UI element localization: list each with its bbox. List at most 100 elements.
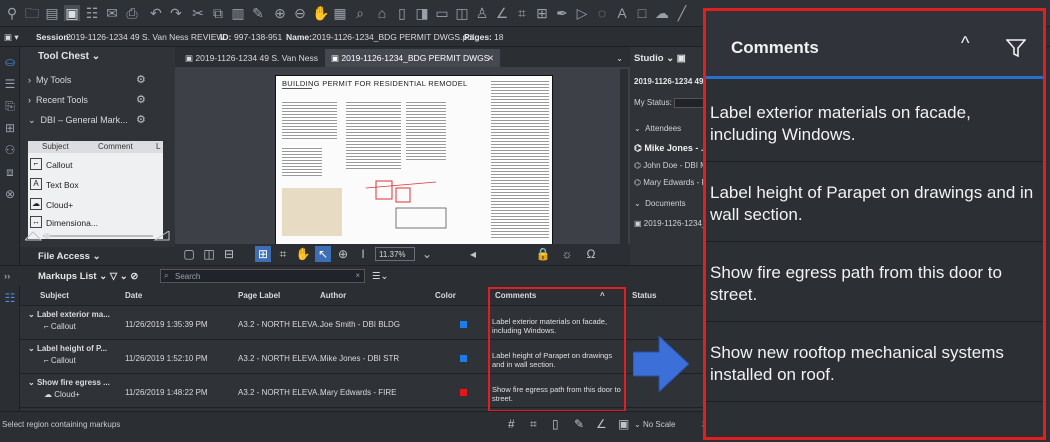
lock-icon[interactable]: 🔒 — [535, 246, 551, 262]
print-icon[interactable]: ⎙ — [124, 5, 140, 21]
filter-icon[interactable] — [1006, 38, 1026, 58]
tool-item[interactable]: ↔ Dimensiona... — [28, 215, 163, 231]
single-page-icon[interactable]: ▢ — [181, 246, 197, 262]
snap-icon[interactable]: ⌗ — [275, 246, 291, 262]
email-icon[interactable]: ✉ — [104, 5, 120, 21]
tabs-menu-icon[interactable]: ⌄ — [610, 49, 629, 67]
page-icon[interactable]: ▯ — [394, 5, 410, 21]
gear-icon[interactable]: ⚙ — [136, 93, 146, 106]
tool-chest-row[interactable]: › Recent Tools — [20, 91, 170, 109]
column-header[interactable]: Author — [320, 291, 346, 300]
overlay-icon[interactable]: ◫ — [454, 5, 470, 21]
markups-list-title[interactable]: Markups List ⌄ ▽ ⌄ ⊘ — [38, 271, 138, 282]
sort-ascending-icon[interactable]: ^ — [961, 33, 969, 54]
markups-list-icon[interactable]: ☷ — [3, 291, 17, 305]
grid-toggle-icon[interactable]: # — [508, 417, 515, 431]
markup-icon[interactable]: ✎ — [250, 5, 266, 21]
attendee-item[interactable]: ⌬ John Doe - DBI M... — [634, 161, 713, 170]
scale-icon[interactable]: ▣ — [618, 417, 629, 431]
shape-icon[interactable]: □ — [634, 5, 650, 21]
redo-icon[interactable]: ↷ — [168, 5, 184, 21]
zoom-tool-icon[interactable]: ⊕ — [335, 246, 351, 262]
select-tool-icon[interactable]: ↖ — [315, 246, 331, 262]
drawing-sheet[interactable]: BUILDING PERMIT FOR RESIDENTIAL REMODEL — [275, 75, 553, 245]
tool-chest-row[interactable]: › My Tools — [20, 71, 170, 89]
list-options-icon[interactable]: ☰⌄ — [372, 271, 388, 282]
session-dropdown-icon[interactable]: ▣ ▾ — [4, 32, 19, 43]
reuse-icon[interactable]: ✎ — [574, 417, 584, 431]
column-header[interactable]: Status — [632, 291, 656, 300]
tool-chest-row[interactable]: ⌄ DBI – General Mark... — [20, 111, 170, 129]
new-icon[interactable]: ▤ — [44, 5, 60, 21]
column-header[interactable]: Date — [125, 291, 142, 300]
sign-icon[interactable]: ♙ — [474, 5, 490, 21]
toolchest-icon[interactable]: ⛀ — [3, 55, 17, 69]
highlight-icon[interactable]: ▷ — [574, 5, 590, 21]
pen-icon[interactable]: ✒ — [554, 5, 570, 21]
snap-toggle-icon[interactable]: ⌗ — [530, 417, 537, 432]
thumbnails-icon[interactable]: ⊞ — [3, 121, 17, 135]
tool-chest-title[interactable]: Tool Chest ⌄ — [20, 47, 175, 65]
layout-icon[interactable]: ☷ — [84, 5, 100, 21]
tool-item[interactable]: A Text Box — [28, 177, 163, 193]
pan-tool-icon[interactable]: ✋ — [295, 246, 311, 262]
comments-header[interactable]: Comments ^ — [706, 11, 1043, 79]
prev-page-icon[interactable]: ◂ — [465, 246, 481, 262]
paste-icon[interactable]: ▥ — [230, 5, 246, 21]
collapse-icon[interactable]: ›› — [4, 271, 10, 282]
clear-search-icon[interactable]: × — [355, 271, 360, 280]
tool-size-slider[interactable] — [25, 231, 170, 241]
flatten-icon[interactable]: ⊞ — [534, 5, 550, 21]
tool-item[interactable]: ☁ Cloud+ — [28, 197, 163, 213]
comment-row[interactable]: Label height of Parapet on drawings and … — [706, 162, 1043, 242]
viewer-scrollbar[interactable] — [620, 69, 628, 265]
save-icon[interactable]: ▣ — [64, 5, 80, 21]
column-header[interactable]: Subject — [40, 291, 69, 300]
snapshot-icon[interactable]: ▦ — [332, 5, 348, 21]
pin-icon[interactable]: ⚲ — [4, 5, 20, 21]
sync-icon[interactable]: ∠ — [596, 417, 607, 431]
open-icon[interactable]: 🗀 — [24, 5, 40, 21]
copy-icon[interactable]: ⧉ — [210, 5, 226, 21]
gear-icon[interactable]: ⚙ — [136, 113, 146, 126]
comment-row[interactable]: Show fire egress path from this door to … — [706, 242, 1043, 322]
column-header[interactable]: Page Label — [238, 291, 280, 300]
undo-icon[interactable]: ↶ — [148, 5, 164, 21]
split-vertical-icon[interactable]: ◫ — [201, 246, 217, 262]
studio-title[interactable]: Studio ⌄ ▣ — [634, 53, 686, 64]
tab-permit-doc[interactable]: ▣ 2019-1126-1234_BDG PERMIT DWGS — [325, 49, 500, 67]
file-access-title[interactable]: File Access ⌄ — [20, 247, 175, 265]
cloud-tool-icon[interactable]: ☁ — [654, 5, 670, 21]
column-header[interactable]: L — [156, 142, 160, 151]
comment-row[interactable]: Show new rooftop mechanical systems inst… — [706, 322, 1043, 402]
split-horizontal-icon[interactable]: ⊟ — [221, 246, 237, 262]
documents-header[interactable]: ⌄ Documents — [634, 199, 686, 208]
brightness-icon[interactable]: ☼ — [559, 246, 575, 262]
column-header[interactable]: Comment — [98, 142, 133, 151]
column-header[interactable]: Subject — [42, 142, 69, 151]
tab-session-doc[interactable]: ▣ 2019-1126-1234 49 S. Van Ness — [179, 49, 324, 67]
markups-search-input[interactable]: ⌕ Search × — [160, 269, 365, 283]
content-icon[interactable]: ▯ — [552, 417, 559, 431]
text-icon[interactable]: A — [614, 5, 630, 21]
pan-icon[interactable]: ✋ — [312, 5, 329, 21]
properties-icon[interactable]: ☰ — [3, 77, 17, 91]
zoom-in-icon[interactable]: ⊕ — [272, 5, 288, 21]
search-icon[interactable]: ⌕ — [352, 5, 368, 21]
column-header[interactable]: Color — [435, 291, 456, 300]
lasso-icon[interactable]: ◌ — [594, 5, 610, 21]
grid-icon[interactable]: ⊞ — [255, 246, 271, 262]
attendee-item[interactable]: ⌬ Mary Edwards - F... — [634, 178, 712, 187]
tool-item[interactable]: ⌐ Callout — [28, 157, 163, 173]
gear-icon[interactable]: ⚙ — [136, 73, 146, 86]
cut-icon[interactable]: ✂ — [190, 5, 206, 21]
text-select-icon[interactable]: I — [355, 246, 371, 262]
lasso-tool-icon[interactable]: Ω — [583, 246, 599, 262]
measure-icon[interactable]: ∠ — [494, 5, 510, 21]
attendees-header[interactable]: ⌄ Attendees — [634, 124, 681, 133]
zoom-dropdown-icon[interactable]: ⌄ — [419, 246, 435, 262]
crop-icon[interactable]: ⌗ — [514, 5, 530, 21]
line-icon[interactable]: ╱ — [674, 5, 690, 21]
document-item[interactable]: ▣ 2019-1126-1234_E — [634, 219, 712, 228]
links-icon[interactable]: ⊗ — [3, 187, 17, 201]
